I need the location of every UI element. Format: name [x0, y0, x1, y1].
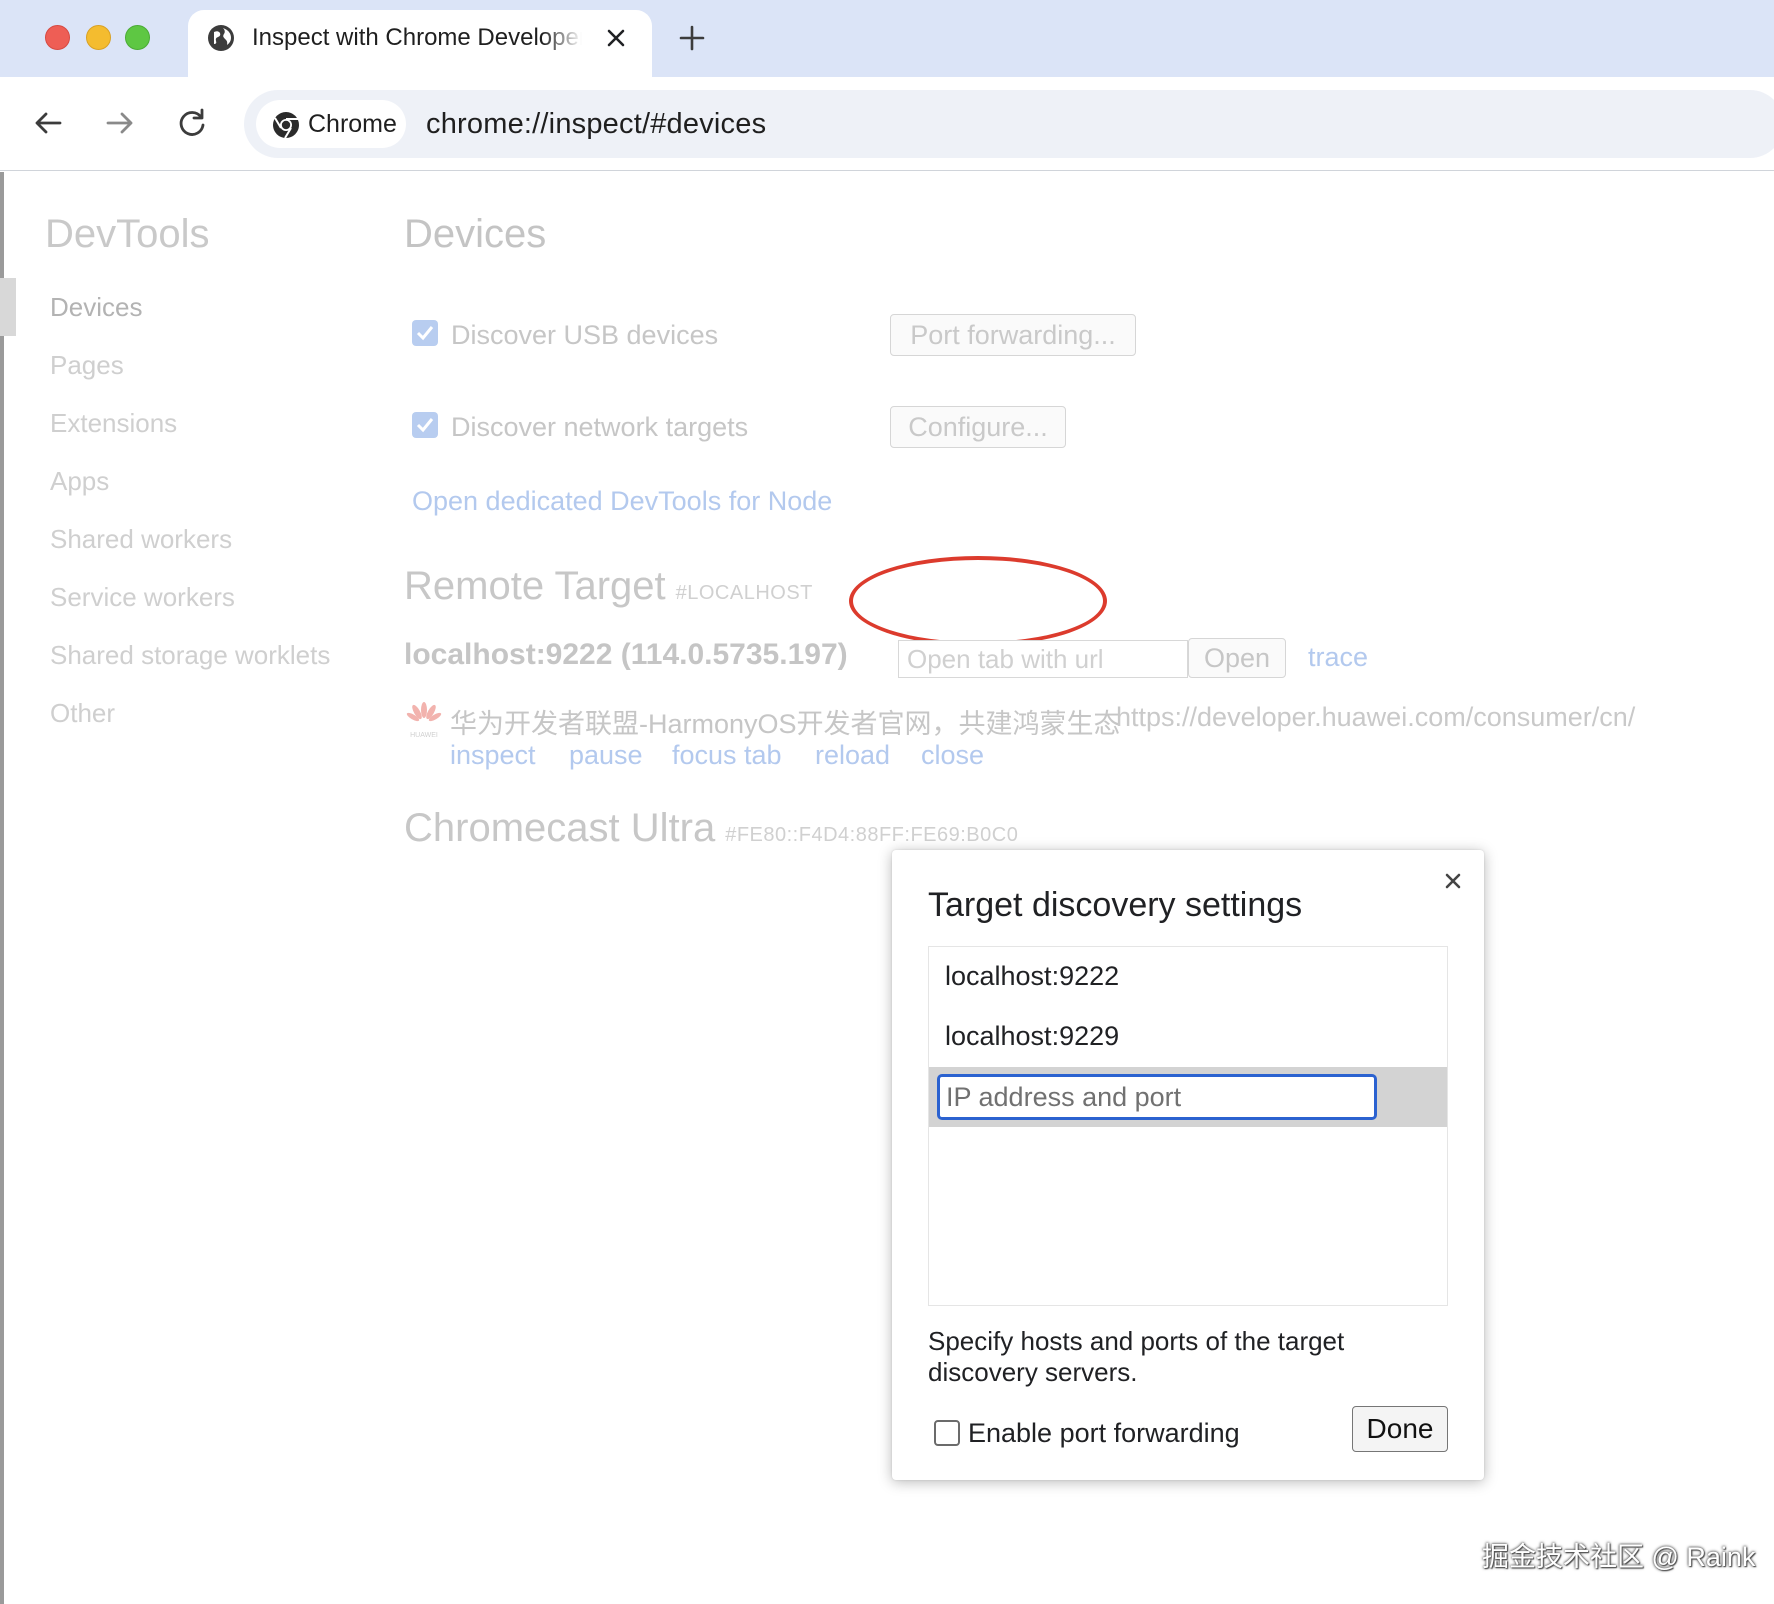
checkmark-icon [416, 418, 434, 433]
huawei-logo-icon: HUAWEI [406, 702, 442, 739]
chromecast-subtitle: #FE80::F4D4:88FF:FE69:B0C0 [725, 824, 1019, 846]
target-discovery-dialog: Target discovery settings localhost:9222… [892, 850, 1484, 1480]
reload-icon[interactable] [172, 103, 212, 143]
svg-text:HUAWEI: HUAWEI [410, 732, 438, 739]
address-bar[interactable]: Chrome chrome://inspect/#devices [244, 90, 1774, 158]
sidebar-title: DevTools [45, 212, 210, 256]
sidebar-item-apps[interactable]: Apps [50, 466, 109, 497]
globe-icon [208, 25, 234, 51]
highlight-annotation [849, 556, 1107, 646]
chrome-logo-icon [273, 112, 299, 139]
tab-title: Inspect with Chrome Developer Tools [252, 24, 582, 51]
trace-link[interactable]: trace [1308, 642, 1368, 673]
new-target-row [929, 1067, 1447, 1127]
browser-toolbar: Chrome chrome://inspect/#devices [0, 77, 1774, 171]
pause-link[interactable]: pause [569, 740, 643, 771]
usb-checkbox[interactable] [412, 320, 438, 346]
page-title: Devices [404, 212, 547, 256]
ip-address-port-input[interactable] [937, 1074, 1377, 1120]
checkmark-icon [416, 326, 434, 341]
port-forwarding-button[interactable]: Port forwarding... [890, 314, 1136, 356]
sidebar-item-extensions[interactable]: Extensions [50, 408, 177, 439]
browser-window: Inspect with Chrome Developer Tools [0, 0, 1774, 1604]
close-link[interactable]: close [921, 740, 984, 771]
usb-label: Discover USB devices [451, 320, 719, 350]
dialog-description: Specify hosts and ports of the target di… [928, 1326, 1345, 1387]
active-tab[interactable]: Inspect with Chrome Developer Tools [188, 10, 652, 77]
remote-target-heading: Remote Target #LOCALHOST [404, 564, 813, 609]
node-devtools-link[interactable]: Open dedicated DevTools for Node [412, 486, 832, 517]
tab-strip: Inspect with Chrome Developer Tools [0, 0, 1774, 77]
reload-link[interactable]: reload [815, 740, 890, 771]
remote-page-title: 华为开发者联盟-HarmonyOS开发者官网，共建鸿蒙生态 [450, 709, 1121, 739]
enable-port-forwarding-checkbox[interactable] [934, 1420, 960, 1446]
sidebar-item-pages[interactable]: Pages [50, 350, 124, 381]
network-checkbox[interactable] [412, 412, 438, 438]
target-entry[interactable]: localhost:9229 [945, 1021, 1119, 1052]
chromecast-heading: Chromecast Ultra #FE80::F4D4:88FF:FE69:B0… [404, 806, 1018, 851]
sidebar-item-devices[interactable]: Devices [50, 292, 142, 323]
window-left-edge [0, 172, 4, 1604]
sidebar-item-shared-workers[interactable]: Shared workers [50, 524, 232, 555]
focus-tab-link[interactable]: focus tab [672, 740, 782, 771]
site-info-chip[interactable]: Chrome [256, 100, 406, 148]
sidebar-item-shared-storage-worklets[interactable]: Shared storage worklets [50, 640, 330, 671]
remote-page-url: https://developer.huawei.com/consumer/cn… [1116, 702, 1636, 732]
inspect-link[interactable]: inspect [450, 740, 536, 771]
window-maximize-button[interactable] [125, 25, 150, 50]
done-button[interactable]: Done [1352, 1406, 1448, 1452]
sidebar-item-other[interactable]: Other [50, 698, 115, 729]
open-tab-url-input[interactable]: Open tab with url [898, 640, 1188, 678]
close-tab-icon[interactable] [600, 22, 632, 54]
inspect-page: DevTools Devices Pages Extensions Apps S… [0, 172, 1774, 1604]
network-label: Discover network targets [451, 412, 749, 442]
url-text[interactable]: chrome://inspect/#devices [426, 108, 766, 141]
back-arrow-icon[interactable] [28, 103, 68, 143]
target-list: localhost:9222 localhost:9229 [928, 946, 1448, 1306]
enable-port-forwarding-label: Enable port forwarding [968, 1418, 1240, 1448]
sidebar-selection-indicator [0, 278, 16, 336]
dialog-title: Target discovery settings [928, 886, 1303, 924]
sidebar-item-service-workers[interactable]: Service workers [50, 582, 235, 613]
remote-host: localhost:9222 (114.0.5735.197) [404, 638, 848, 671]
chromecast-title: Chromecast Ultra [404, 806, 716, 850]
window-minimize-button[interactable] [86, 25, 111, 50]
remote-target-subtitle: #LOCALHOST [675, 582, 813, 604]
forward-arrow-icon[interactable] [100, 103, 140, 143]
target-entry[interactable]: localhost:9222 [945, 961, 1119, 992]
close-icon[interactable] [1440, 868, 1466, 894]
window-close-button[interactable] [45, 25, 70, 50]
new-tab-icon[interactable] [676, 22, 708, 54]
open-tab-button[interactable]: Open [1188, 638, 1286, 678]
chip-label: Chrome [308, 110, 397, 138]
remote-target-title: Remote Target [404, 564, 666, 608]
configure-button[interactable]: Configure... [890, 406, 1066, 448]
watermark: 掘金技术社区 @ Raink [1482, 1542, 1756, 1572]
